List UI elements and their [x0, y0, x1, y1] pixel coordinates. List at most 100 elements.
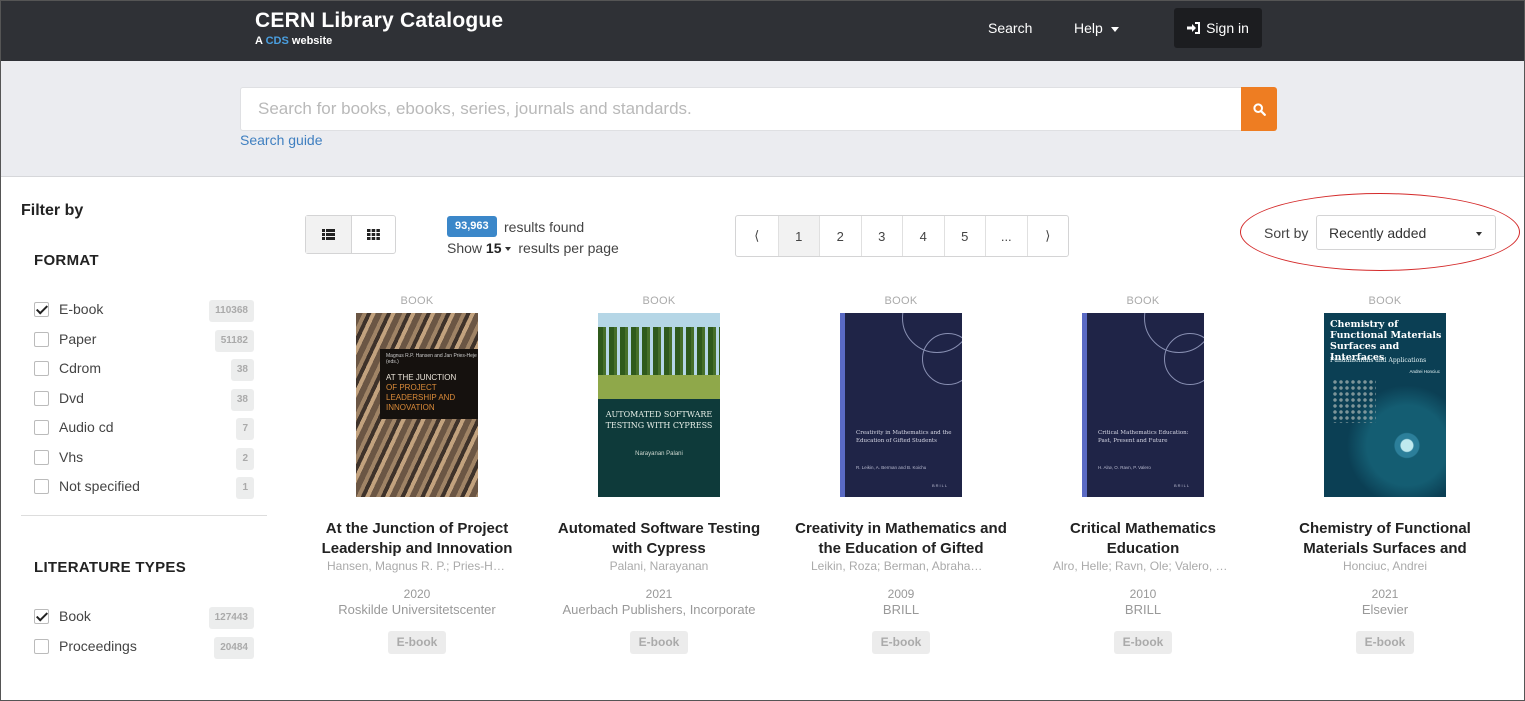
- book-type-label: BOOK: [1368, 295, 1402, 307]
- facet-item[interactable]: Dvd 38: [34, 388, 254, 411]
- chevron-down-icon: [1110, 26, 1119, 32]
- book-title-link[interactable]: Creativity in Mathematics and the Educat…: [791, 519, 1011, 559]
- facet-label: Dvd: [59, 389, 84, 406]
- pagination-page-3[interactable]: 3: [860, 216, 903, 256]
- facet-label: Proceedings: [59, 637, 137, 654]
- site-title[interactable]: CERN Library Catalogue: [255, 9, 503, 33]
- results-found-text: results found: [504, 219, 585, 235]
- cover-author: Narayanan Palani: [635, 451, 683, 457]
- facet-checkbox[interactable]: [34, 420, 49, 435]
- facet-item[interactable]: Book 127443: [34, 607, 254, 629]
- book-title-link[interactable]: Automated Software Testing with Cypress: [549, 519, 769, 559]
- per-page-dropdown[interactable]: 15: [486, 240, 502, 256]
- facet-label: Audio cd: [59, 419, 114, 435]
- facet-item[interactable]: Proceedings 20484: [34, 636, 254, 659]
- book-title-link[interactable]: Critical Mathematics Education: [1033, 519, 1253, 559]
- book-format-wrapper: E-book: [791, 617, 1011, 654]
- facet-checkbox[interactable]: [34, 449, 49, 465]
- book-title-link[interactable]: Chemistry of Functional Materials Surfac…: [1275, 519, 1495, 559]
- facet-checkbox[interactable]: [34, 361, 49, 376]
- cover-title: Critical Mathematics Education: Past, Pr…: [1098, 430, 1189, 444]
- cover-subtitle: Fundamentals and Applications: [1330, 357, 1427, 364]
- book-cover-image[interactable]: AUTOMATED SOFTWARE TESTING WITH CYPRESS N…: [598, 313, 720, 497]
- facet-item[interactable]: E-book 110368: [34, 300, 254, 322]
- book-card[interactable]: BOOK AUTOMATED SOFTWARE TESTING WITH CYPR…: [549, 295, 769, 654]
- book-card[interactable]: BOOK Critical Mathematics Education: Past…: [1033, 295, 1253, 654]
- book-cover-image[interactable]: Chemistry of Functional Materials Surfac…: [1324, 313, 1446, 497]
- book-authors: Leikin, Roza; Berman, Abraham; Koichu, B…: [811, 559, 1011, 573]
- top-navbar: CERN Library Catalogue A CDS website Sea…: [1, 1, 1524, 61]
- list-view-button[interactable]: [306, 216, 351, 253]
- search-input[interactable]: [240, 87, 1242, 131]
- book-title-link[interactable]: At the Junction of Project Leadership an…: [307, 519, 527, 559]
- nav-search-link[interactable]: Search: [988, 20, 1032, 36]
- cover-title: Creativity in Mathematics and the Educat…: [856, 430, 952, 444]
- book-authors: Alro, Helle; Ravn, Ole; Valero, Paola: [1053, 559, 1247, 573]
- cover-editors: Magnus R.P. Hansen and Jan Pries-Heje (e…: [386, 353, 477, 365]
- cover-author: Andrei Honciuc: [1409, 369, 1440, 374]
- book-authors: Palani, Narayanan: [609, 559, 709, 573]
- book-cover-image[interactable]: Creativity in Mathematics and the Educat…: [840, 313, 962, 497]
- brand[interactable]: CERN Library Catalogue A CDS website: [255, 9, 503, 47]
- facet-count-badge: 127443: [208, 607, 254, 629]
- pagination-page-ellipsis[interactable]: ...: [985, 216, 1027, 256]
- book-cover-image[interactable]: Critical Mathematics Education: Past, Pr…: [1082, 313, 1204, 497]
- pagination-next-button[interactable]: ⟩: [1026, 216, 1069, 256]
- book-publisher: Elsevier: [1361, 602, 1409, 617]
- facet-count-badge: 7: [236, 418, 254, 440]
- sign-in-button[interactable]: Sign in: [1174, 8, 1262, 48]
- pagination-prev-button[interactable]: ⟨: [736, 216, 778, 256]
- facet-count-badge: 1: [236, 477, 254, 499]
- search-button[interactable]: [1241, 87, 1277, 131]
- pagination-page-5[interactable]: 5: [943, 216, 986, 256]
- book-card[interactable]: BOOK Creativity in Mathematics and the Ed…: [791, 295, 1011, 654]
- book-card[interactable]: BOOK Chemistry of Functional Materials Su…: [1275, 295, 1495, 654]
- results-per-page: Show 15 results per page: [447, 240, 619, 256]
- book-cover-image[interactable]: Magnus R.P. Hansen and Jan Pries-Heje (e…: [356, 313, 478, 497]
- facet-checkbox[interactable]: [34, 302, 49, 317]
- nav-help-dropdown[interactable]: Help: [1074, 20, 1119, 36]
- search-guide-link[interactable]: Search guide: [240, 132, 323, 148]
- book-year: 2009: [887, 587, 915, 601]
- facet-checkbox[interactable]: [34, 609, 49, 624]
- cover-stripe: [840, 313, 845, 497]
- book-publisher: BRILL: [882, 602, 920, 617]
- facet-item[interactable]: Not specified 1: [34, 477, 254, 499]
- book-format-badge: E-book: [1113, 631, 1173, 654]
- facet-checkbox[interactable]: [34, 331, 49, 347]
- caret-down-icon: [504, 247, 511, 252]
- book-type-label: BOOK: [1126, 295, 1160, 307]
- facet-item[interactable]: Audio cd 7: [34, 418, 254, 440]
- book-format-badge: E-book: [387, 631, 447, 654]
- facet-item[interactable]: Cdrom 38: [34, 359, 254, 381]
- book-type-label: BOOK: [642, 295, 676, 307]
- book-year: 2021: [1371, 587, 1399, 601]
- sort-selected-value: Recently added: [1329, 225, 1427, 241]
- pagination-page-4[interactable]: 4: [902, 216, 944, 256]
- facet-item[interactable]: Paper 51182: [34, 329, 254, 352]
- grid-view-button[interactable]: [350, 216, 396, 253]
- book-format-wrapper: E-book: [1033, 617, 1253, 654]
- cover-title-line: OF PROJECT LEADERSHIP AND INNOVATION: [386, 383, 456, 412]
- book-card[interactable]: BOOK Magnus R.P. Hansen and Jan Pries-Hej…: [307, 295, 527, 654]
- facet-checkbox[interactable]: [34, 479, 49, 494]
- cover-ring: [922, 333, 962, 385]
- cover-publisher-brand: BRILL: [1174, 483, 1191, 488]
- facet-label: Vhs: [59, 448, 84, 465]
- book-publisher: Roskilde Universitetscenter: [338, 602, 496, 617]
- facet-checkbox[interactable]: [34, 390, 49, 406]
- facet-count-badge: 20484: [214, 636, 254, 659]
- facet-count-badge: 38: [230, 388, 254, 411]
- subtitle-suffix: website: [291, 35, 333, 47]
- sort-by-dropdown[interactable]: Recently added: [1316, 215, 1496, 250]
- cds-link[interactable]: CDS: [266, 35, 289, 47]
- view-toggle: [305, 215, 396, 254]
- facet-checkbox[interactable]: [34, 638, 49, 654]
- pagination-page-1[interactable]: 1: [777, 216, 819, 256]
- facet-label: Paper: [59, 330, 97, 347]
- pagination-page-2[interactable]: 2: [819, 216, 861, 256]
- literature-types-facet-title: LITERATURE TYPES: [34, 559, 187, 576]
- caret-down-icon: [1476, 232, 1482, 236]
- facet-item[interactable]: Vhs 2: [34, 447, 254, 470]
- cover-pattern: [1332, 379, 1376, 423]
